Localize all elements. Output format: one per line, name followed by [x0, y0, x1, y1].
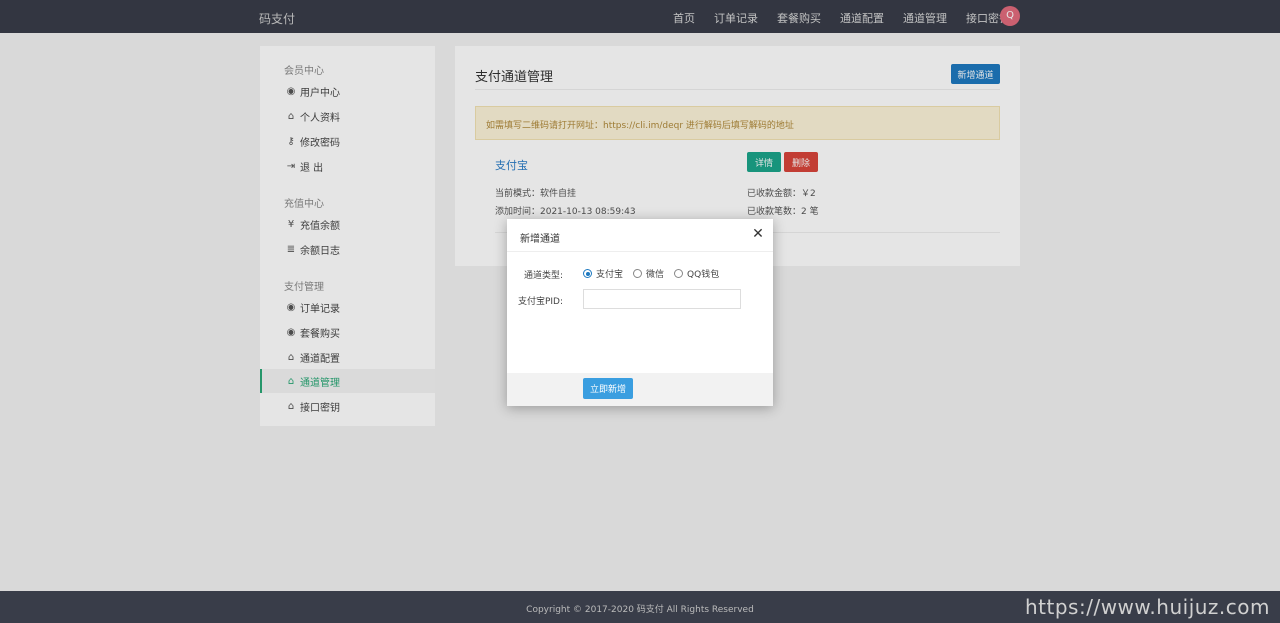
modal-title: 新增通道	[520, 234, 560, 245]
pid-input[interactable]	[583, 289, 741, 309]
submit-button[interactable]: 立即新增	[583, 378, 633, 399]
close-icon[interactable]: ✕	[750, 226, 766, 242]
footer: Copyright © 2017-2020 码支付 All Rights Res…	[0, 591, 1280, 623]
channel-type-label: 通道类型:	[523, 271, 563, 281]
radio-label: 支付宝	[596, 270, 624, 280]
radio-option-alipay[interactable]: 支付宝	[583, 267, 623, 280]
watermark: https://www.huijuz.com	[1025, 595, 1270, 619]
radio-button[interactable]	[633, 269, 643, 278]
modal-header: 新增通道 ✕	[507, 219, 773, 252]
radio-label: QQ钱包	[687, 270, 720, 280]
radio-option-qq-wallet[interactable]: QQ钱包	[674, 267, 719, 280]
pid-label: 支付宝PID:	[517, 297, 563, 307]
radio-button[interactable]	[583, 269, 592, 278]
radio-option-wechat[interactable]: 微信	[633, 267, 664, 280]
radio-label: 微信	[646, 270, 665, 280]
channel-type-radio-group: 支付宝 微信 QQ钱包	[583, 267, 729, 280]
modal-footer: 立即新增	[507, 373, 773, 406]
add-channel-modal: 新增通道 ✕ 通道类型: 支付宝 微信 QQ钱包 支付宝PID: 立即新增	[507, 219, 773, 406]
radio-button[interactable]	[674, 269, 684, 278]
